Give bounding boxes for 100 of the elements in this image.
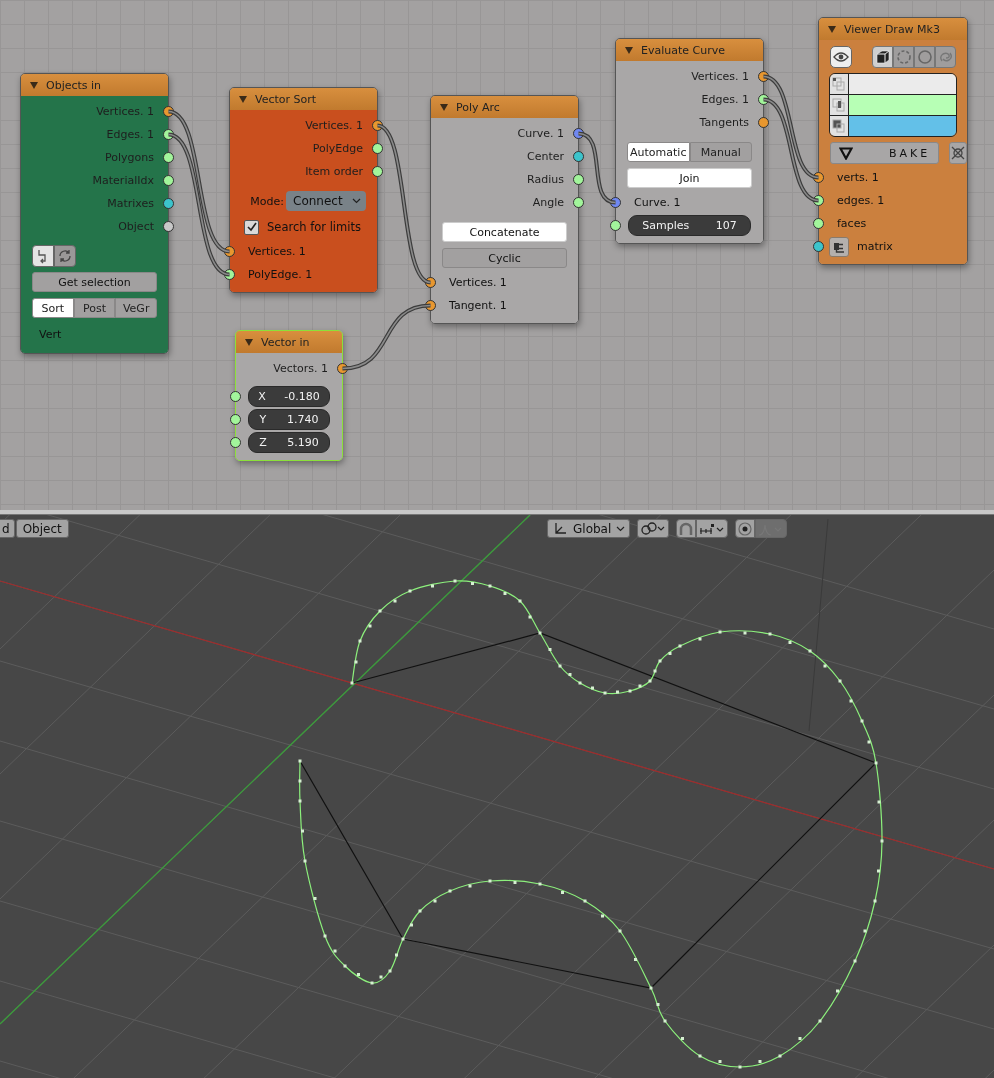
node-button[interactable]: Get selection: [32, 272, 157, 292]
input-socket[interactable]: [813, 172, 824, 183]
output-socket[interactable]: [163, 106, 174, 117]
node-title: Evaluate Curve: [641, 43, 725, 57]
socket-label: Edges. 1: [106, 128, 154, 141]
collapse-icon[interactable]: [239, 95, 247, 103]
axes-icon: [552, 520, 568, 537]
input-socket[interactable]: [813, 241, 824, 252]
link-icon: [640, 520, 667, 537]
output-socket[interactable]: [163, 129, 174, 140]
check-icon: [245, 221, 258, 233]
socket-label: verts. 1: [837, 171, 879, 184]
orientation-dropdown[interactable]: Global: [547, 519, 631, 538]
eye-toggle[interactable]: [830, 46, 852, 68]
output-socket[interactable]: [573, 174, 584, 185]
socket-label: Tangents: [699, 116, 749, 129]
output-socket[interactable]: [758, 71, 769, 82]
mode-button[interactable]: Object: [15, 519, 69, 538]
input-socket[interactable]: [425, 300, 436, 311]
caret-icon: [352, 198, 361, 204]
snap-toggle[interactable]: [676, 519, 697, 538]
node-header[interactable]: Vector in: [236, 331, 342, 353]
socket-label: Radius: [527, 173, 564, 186]
socket-label: Tangent. 1: [449, 299, 507, 312]
input-socket[interactable]: [610, 197, 621, 208]
clear-button[interactable]: [949, 142, 968, 164]
output-socket[interactable]: [758, 117, 769, 128]
mode-dropdown[interactable]: Connect: [286, 191, 366, 211]
input-socket[interactable]: [425, 277, 436, 288]
collapse-icon[interactable]: [440, 103, 448, 111]
color-swatch[interactable]: [849, 74, 956, 94]
mode-label: Vert: [39, 327, 62, 341]
socket-label: Curve. 1: [517, 127, 564, 140]
segment-option[interactable]: Sort: [32, 298, 74, 318]
output-socket[interactable]: [573, 197, 584, 208]
output-socket[interactable]: [163, 198, 174, 209]
input-socket[interactable]: [230, 414, 241, 425]
output-socket[interactable]: [337, 363, 348, 374]
socket-label: MaterialIdx: [92, 174, 154, 187]
collapse-icon[interactable]: [828, 25, 836, 33]
number-field[interactable]: Y 1.740: [248, 409, 330, 430]
socket-label: PolyEdge. 1: [248, 268, 313, 281]
input-socket[interactable]: [224, 269, 235, 280]
node-button[interactable]: Concatenate: [442, 222, 567, 242]
socket-label: matrix: [857, 240, 893, 253]
input-socket[interactable]: [224, 246, 235, 257]
display-mode-button[interactable]: [872, 46, 893, 68]
segment-option[interactable]: Post: [73, 298, 116, 318]
output-socket[interactable]: [758, 94, 769, 105]
checkbox[interactable]: Search for limits: [241, 219, 361, 235]
node-header[interactable]: Poly Arc: [431, 96, 578, 118]
color-swatch[interactable]: [849, 95, 956, 115]
magnet-icon: [678, 520, 695, 537]
collapse-icon[interactable]: [245, 338, 253, 346]
output-socket[interactable]: [573, 128, 584, 139]
output-socket[interactable]: [372, 120, 383, 131]
socket-label: Vertices. 1: [305, 119, 363, 132]
number-field[interactable]: Samples 107: [628, 215, 751, 236]
input-socket[interactable]: [230, 391, 241, 402]
bake-button[interactable]: BAKE: [830, 142, 940, 164]
proportional-toggle[interactable]: [735, 519, 756, 538]
node-title: Objects in: [46, 78, 102, 92]
color-swatch[interactable]: [849, 116, 956, 136]
collapse-icon[interactable]: [625, 46, 633, 54]
toggle-button[interactable]: [54, 245, 76, 267]
node-header[interactable]: Viewer Draw Mk3: [819, 18, 967, 40]
output-socket[interactable]: [163, 221, 174, 232]
crossed-circle-icon: [950, 145, 967, 161]
output-socket[interactable]: [372, 143, 383, 154]
collapse-icon[interactable]: [30, 81, 38, 89]
output-socket[interactable]: [163, 175, 174, 186]
pivot-dropdown[interactable]: [637, 519, 670, 538]
output-socket[interactable]: [163, 152, 174, 163]
input-socket[interactable]: [813, 195, 824, 206]
eye-icon: [833, 51, 849, 63]
output-socket[interactable]: [573, 151, 584, 162]
number-field[interactable]: X -0.180: [248, 386, 330, 407]
input-socket[interactable]: [610, 220, 621, 231]
snap-dropdown[interactable]: [696, 519, 729, 538]
number-field[interactable]: Z 5.190: [248, 432, 330, 453]
segment-option[interactable]: VeGr: [115, 298, 157, 318]
socket-label: Angle: [532, 196, 564, 209]
field-label: Mode:: [250, 194, 284, 208]
segment-option[interactable]: Automatic: [627, 142, 690, 162]
plug-button[interactable]: [829, 236, 849, 257]
input-socket[interactable]: [813, 218, 824, 229]
node-button[interactable]: Join: [627, 168, 752, 188]
mode-button[interactable]: d: [0, 519, 15, 538]
segment-option[interactable]: Manual: [689, 142, 752, 162]
node-button[interactable]: Cyclic: [442, 248, 567, 268]
socket-label: Vectors. 1: [273, 362, 328, 375]
input-socket[interactable]: [230, 437, 241, 448]
output-socket[interactable]: [372, 166, 383, 177]
socket-label: Polygons: [105, 151, 154, 164]
node-header[interactable]: Vector Sort: [230, 88, 377, 110]
socket-label: PolyEdge: [312, 142, 363, 155]
node-title: Viewer Draw Mk3: [844, 22, 940, 36]
node-header[interactable]: Objects in: [21, 74, 168, 96]
node-header[interactable]: Evaluate Curve: [616, 39, 763, 61]
toggle-button[interactable]: [32, 245, 54, 267]
